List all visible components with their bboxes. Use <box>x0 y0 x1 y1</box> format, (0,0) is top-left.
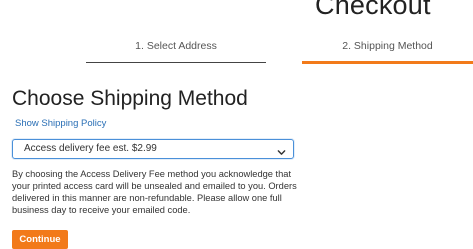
step-select-address-underline <box>86 62 266 63</box>
page-title: Checkout <box>315 0 431 20</box>
section-heading: Choose Shipping Method <box>12 87 248 110</box>
step-select-address[interactable]: 1. Select Address <box>86 40 266 52</box>
delivery-disclaimer: By choosing the Access Delivery Fee meth… <box>12 169 297 215</box>
checkout-steps: 1. Select Address 2. Shipping Method <box>0 40 473 70</box>
step-shipping-method-active-indicator <box>302 61 473 64</box>
shipping-method-selected-value: Access delivery fee est. $2.99 <box>24 143 157 154</box>
show-shipping-policy-link[interactable]: Show Shipping Policy <box>15 118 106 129</box>
step-shipping-method[interactable]: 2. Shipping Method <box>302 40 473 52</box>
chevron-down-icon <box>277 144 286 155</box>
continue-button[interactable]: Continue <box>12 230 68 249</box>
shipping-method-select[interactable]: Access delivery fee est. $2.99 <box>12 139 294 159</box>
